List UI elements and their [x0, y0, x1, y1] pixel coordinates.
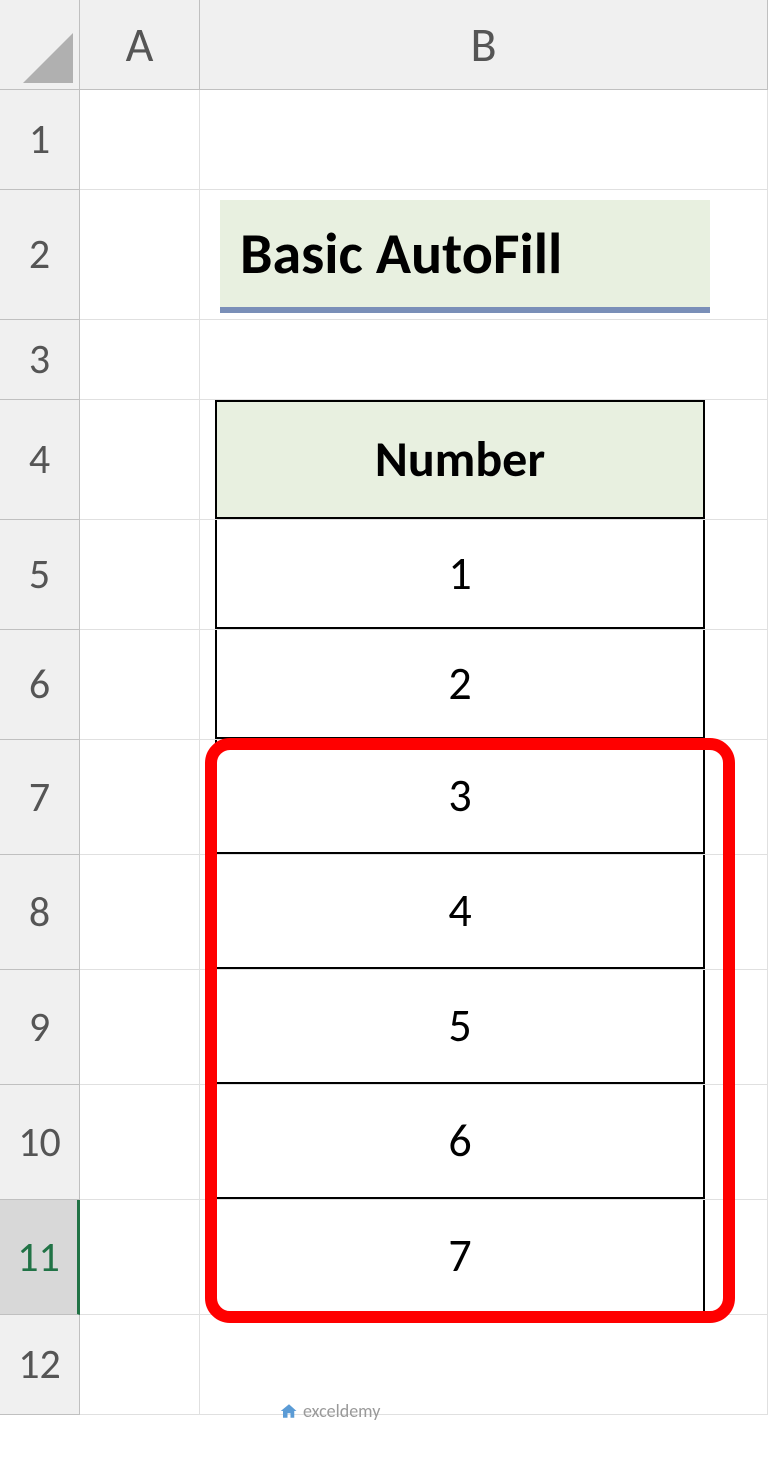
- row-header-6[interactable]: 6: [0, 630, 80, 740]
- row-header-3[interactable]: 3: [0, 320, 80, 400]
- cell-b4[interactable]: Number: [200, 400, 768, 520]
- row-header-4[interactable]: 4: [0, 400, 80, 520]
- table-data-2: 2: [215, 630, 705, 739]
- table-data-7: 7: [215, 1200, 705, 1314]
- cell-a7[interactable]: [80, 740, 200, 855]
- cell-b8[interactable]: 4: [200, 855, 768, 970]
- row-header-8[interactable]: 8: [0, 855, 80, 970]
- row-header-5[interactable]: 5: [0, 520, 80, 630]
- row-header-10[interactable]: 10: [0, 1085, 80, 1200]
- watermark: exceldemy: [280, 1400, 380, 1422]
- row-header-12[interactable]: 12: [0, 1315, 80, 1415]
- cell-a4[interactable]: [80, 400, 200, 520]
- cell-a8[interactable]: [80, 855, 200, 970]
- row-header-7[interactable]: 7: [0, 740, 80, 855]
- cell-b5[interactable]: 1: [200, 520, 768, 630]
- cell-a9[interactable]: [80, 970, 200, 1085]
- table-data-1: 1: [215, 520, 705, 629]
- cell-a12[interactable]: [80, 1315, 200, 1415]
- title-text: Basic AutoFill: [220, 200, 710, 313]
- cell-a3[interactable]: [80, 320, 200, 400]
- watermark-text: exceldemy: [303, 1400, 380, 1422]
- cell-b7[interactable]: 3: [200, 740, 768, 855]
- cell-b3[interactable]: [200, 320, 768, 400]
- house-icon: [280, 1402, 298, 1420]
- table-header: Number: [215, 400, 705, 519]
- cell-b11[interactable]: 7: [200, 1200, 768, 1315]
- cell-a5[interactable]: [80, 520, 200, 630]
- column-header-b[interactable]: B: [200, 0, 768, 90]
- table-data-5: 5: [215, 970, 705, 1084]
- cell-a11[interactable]: [80, 1200, 200, 1315]
- column-header-a[interactable]: A: [80, 0, 200, 90]
- cell-b9[interactable]: 5: [200, 970, 768, 1085]
- table-data-6: 6: [215, 1085, 705, 1199]
- table-data-3: 3: [215, 740, 705, 854]
- row-header-2[interactable]: 2: [0, 190, 80, 320]
- cell-b2[interactable]: Basic AutoFill: [200, 190, 768, 320]
- cell-b1[interactable]: [200, 90, 768, 190]
- cell-a10[interactable]: [80, 1085, 200, 1200]
- row-header-9[interactable]: 9: [0, 970, 80, 1085]
- cell-a2[interactable]: [80, 190, 200, 320]
- select-all-corner[interactable]: [0, 0, 80, 90]
- spreadsheet-grid: A B 1 2 Basic AutoFill 3 4 Number 5 1 6 …: [0, 0, 768, 1415]
- table-data-4: 4: [215, 855, 705, 969]
- cell-b6[interactable]: 2: [200, 630, 768, 740]
- row-header-11[interactable]: 11: [0, 1200, 80, 1315]
- cell-a1[interactable]: [80, 90, 200, 190]
- row-header-1[interactable]: 1: [0, 90, 80, 190]
- cell-a6[interactable]: [80, 630, 200, 740]
- cell-b10[interactable]: 6: [200, 1085, 768, 1200]
